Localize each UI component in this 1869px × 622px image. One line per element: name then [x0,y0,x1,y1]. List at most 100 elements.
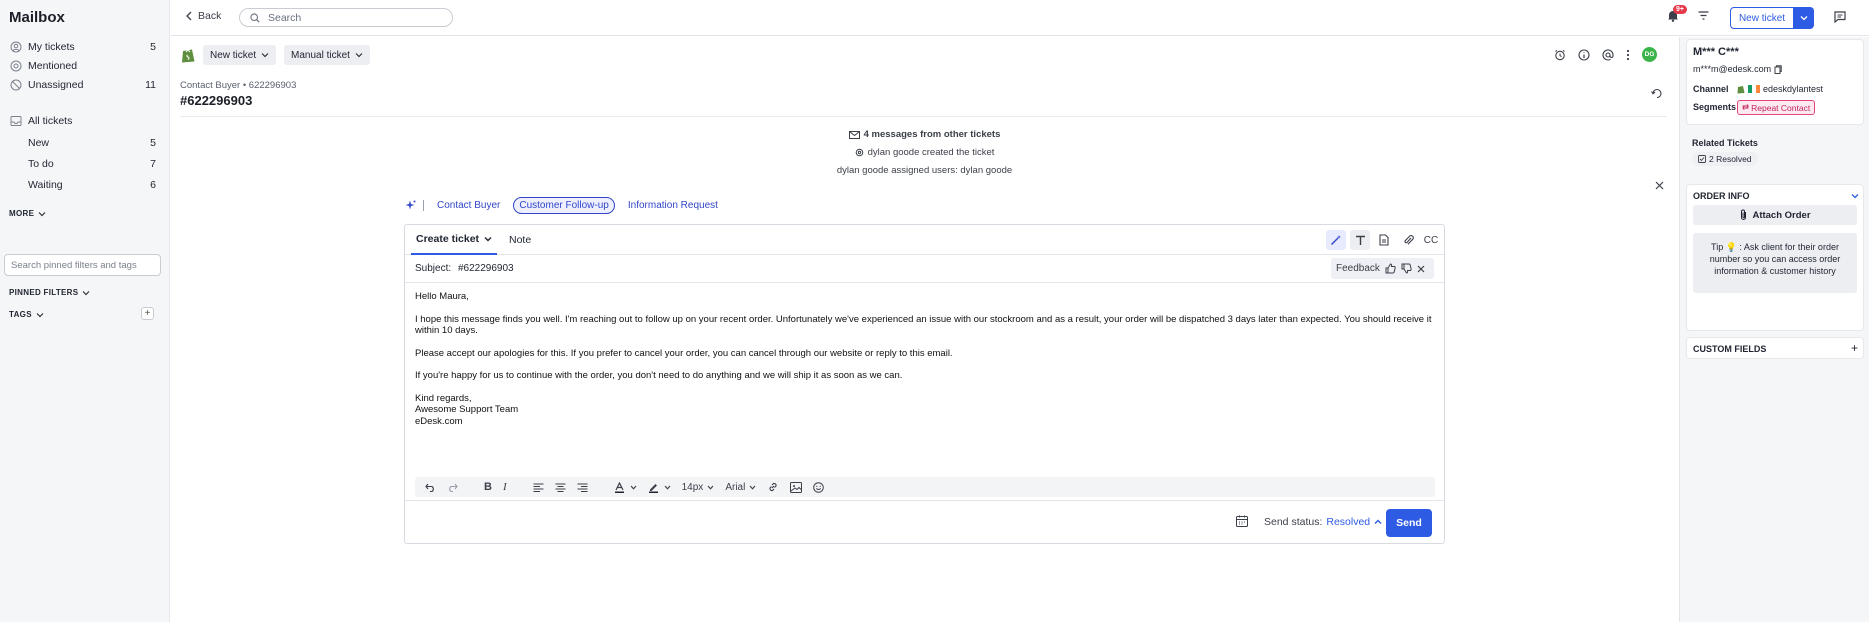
sidebar-item-label: My tickets [28,41,75,53]
avatar[interactable]: DG [1642,47,1657,62]
ai-chip-customer-follow-up[interactable]: Customer Follow-up [513,197,615,214]
customer-email: m***m@edesk.com [1693,64,1782,74]
bold-icon[interactable]: B [484,481,492,493]
italic-icon[interactable]: I [503,481,507,493]
font-family-value: Arial [725,481,746,493]
thumbs-up-icon[interactable] [1385,263,1396,274]
sidebar-item-waiting[interactable]: Waiting 6 [0,175,170,195]
sidebar-item-all-tickets[interactable]: All tickets [0,111,170,131]
alarm-clock-icon[interactable] [1554,49,1566,61]
body-line: eDesk.com [415,415,463,427]
tab-create-ticket[interactable]: Create ticket [411,225,498,255]
template-button[interactable] [1374,230,1394,250]
tags-toggle[interactable]: TAGS [9,310,44,319]
font-family-select[interactable]: Arial [725,482,756,493]
info-icon[interactable] [1578,48,1590,61]
copy-icon[interactable] [1774,64,1782,74]
user-slash-icon [10,79,22,91]
sidebar-item-mentioned[interactable]: Mentioned [0,56,170,76]
paperclip-icon [1403,235,1414,245]
event-text: dylan goode assigned users: dylan goode [836,165,1013,176]
undo-icon[interactable] [425,483,436,492]
search-input[interactable]: Search [239,8,453,27]
sidebar-item-to-do[interactable]: To do 7 [0,154,170,174]
pinned-filters-toggle[interactable]: PINNED FILTERS [9,288,90,297]
at-icon [10,60,22,72]
emoji-icon[interactable] [813,481,825,493]
sidebar-item-label: Unassigned [28,79,84,91]
refresh-icon[interactable] [1651,88,1663,99]
sidebar-item-label: New [28,137,50,149]
link-icon[interactable] [767,481,779,493]
back-button[interactable]: Back [185,10,221,22]
chevron-down-icon [38,211,46,216]
sidebar-item-label: All tickets [28,115,73,127]
close-icon[interactable] [1655,181,1664,190]
feedback-box: Feedback [1331,258,1434,279]
other-tickets-messages[interactable]: 4 messages from other tickets [171,129,1678,140]
font-size-value: 14px [681,481,704,493]
attach-order-button[interactable]: Attach Order [1693,205,1857,225]
calendar-icon[interactable] [1236,515,1248,527]
new-ticket-label: New ticket [210,49,257,61]
chevron-down-icon [82,290,90,295]
sidebar-item-label: Mentioned [28,60,78,72]
send-status[interactable]: Send status: Resolved [1264,516,1382,528]
shopify-icon [1737,85,1745,93]
manual-ticket-dropdown-button[interactable]: Manual ticket [284,45,370,65]
tab-note[interactable]: Note [509,225,531,255]
new-ticket-button[interactable]: New ticket [1730,7,1794,29]
sidebar-item-count: 5 [150,137,156,149]
more-vertical-icon[interactable] [1626,49,1630,61]
text-color-picker[interactable] [614,481,637,493]
chevron-down-icon[interactable] [1851,193,1859,199]
pinned-search-input[interactable]: Search pinned filters and tags [4,254,161,276]
manual-ticket-label: Manual ticket [291,49,350,61]
sidebar-item-my-tickets[interactable]: My tickets 5 [0,37,170,57]
body-paragraph: Hello Maura, [415,291,469,302]
font-size-select[interactable]: 14px [682,482,715,493]
send-button[interactable]: Send [1386,509,1432,537]
cc-button[interactable]: CC [1421,230,1441,250]
chevron-down-icon [630,485,637,490]
sidebar-item-new[interactable]: New 5 [0,133,170,153]
align-right-icon[interactable] [577,483,588,492]
format-toolbar: B I 14px Arial [415,477,1435,497]
body-paragraph: I hope this message finds you well. I'm … [415,313,1432,337]
align-center-icon[interactable] [555,483,566,492]
more-toggle[interactable]: MORE [9,209,46,218]
divider [180,116,1667,117]
ai-write-button[interactable] [1326,230,1346,250]
thumbs-down-icon[interactable] [1401,263,1412,274]
add-tag-button[interactable]: + [141,307,154,320]
attach-button[interactable] [1398,230,1418,250]
paperclip-icon [1741,209,1747,220]
chevron-up-icon [1374,519,1382,524]
tags-label: TAGS [9,310,32,319]
at-icon[interactable] [1602,48,1614,61]
ticket-number: #622296903 [180,93,253,108]
subject-input[interactable]: #622296903 [458,263,514,274]
chat-icon[interactable] [1834,11,1846,23]
new-ticket-dropdown[interactable] [1794,7,1814,29]
message-body[interactable]: Hello Maura, I hope this message finds y… [415,291,1435,427]
resolved-tickets-chip[interactable]: 2 Resolved [1692,152,1758,166]
new-ticket-dropdown-button[interactable]: New ticket [203,45,277,65]
filter-icon[interactable] [1698,11,1709,20]
text-format-button[interactable] [1350,230,1370,250]
ticket-toolbar: New ticket Manual ticket DG [171,37,1678,71]
add-custom-field-icon[interactable]: + [1851,341,1858,355]
channel-value: edeskdylantest [1737,84,1823,94]
body-paragraph: If you're happy for us to continue with … [415,370,903,381]
feedback-label: Feedback [1336,263,1380,274]
image-icon[interactable] [790,481,803,493]
sidebar-item-unassigned[interactable]: Unassigned 11 [0,75,170,95]
align-left-icon[interactable] [533,483,544,492]
ai-chip-contact-buyer[interactable]: Contact Buyer [431,197,506,214]
ai-chip-information-request[interactable]: Information Request [622,197,724,214]
close-icon[interactable] [1417,265,1425,273]
event-created: dylan goode created the ticket [171,147,1678,158]
highlight-color-picker[interactable] [648,482,671,493]
redo-icon[interactable] [447,483,458,492]
gear-icon [855,148,863,157]
